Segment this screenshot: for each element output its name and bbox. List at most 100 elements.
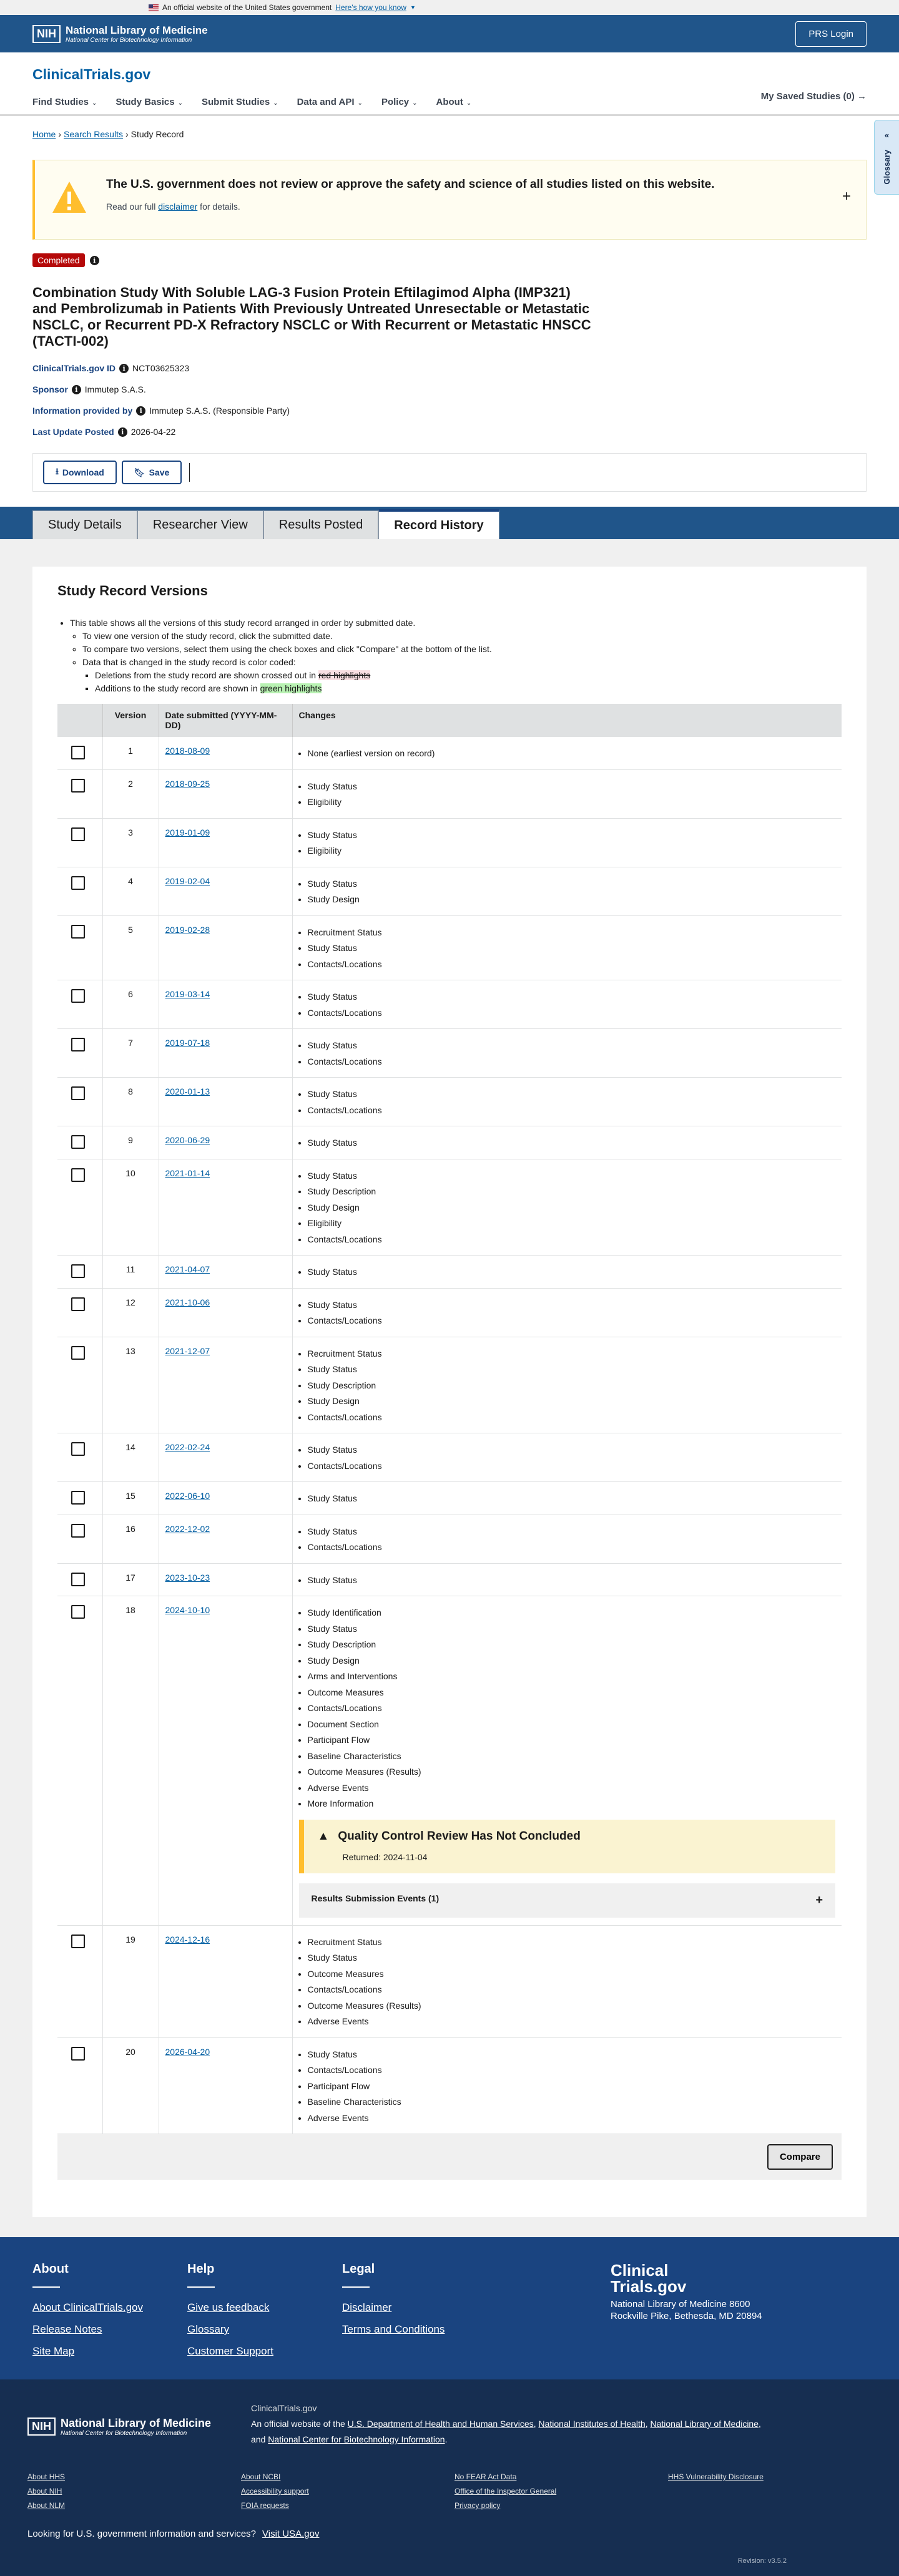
version-date-link[interactable]: 2026-04-20 [165, 2047, 210, 2057]
nlm-footer-link[interactable]: HHS Vulnerability Disclosure [668, 2472, 882, 2481]
nlm-footer-link[interactable]: About NLM [27, 2501, 241, 2510]
nlm-footer-link[interactable]: Office of the Inspector General [454, 2487, 668, 2496]
tab-results-posted[interactable]: Results Posted [263, 510, 379, 539]
tab-record-history[interactable]: Record History [378, 509, 499, 539]
version-checkbox[interactable] [71, 1168, 85, 1182]
nlm-link[interactable]: National Library of Medicine [650, 2419, 759, 2429]
version-date-link[interactable]: 2018-08-09 [165, 746, 210, 756]
tab-researcher-view[interactable]: Researcher View [137, 510, 263, 539]
footer-ct-logo[interactable]: Clinical Trials.gov [611, 2262, 704, 2295]
nlm-footer-link[interactable]: Privacy policy [454, 2501, 668, 2510]
version-row: 17 2023-10-23 Study Status [57, 1563, 842, 1596]
footer-link[interactable]: Release Notes [32, 2323, 187, 2336]
my-saved-studies-link[interactable]: My Saved Studies (0) → [761, 91, 867, 102]
nav-study-basics[interactable]: Study Basics [115, 97, 174, 107]
footer-link[interactable]: Customer Support [187, 2345, 342, 2358]
results-submission-events[interactable]: Results Submission Events (1) + [298, 1883, 835, 1918]
glossary-tab[interactable]: « Glossary [874, 120, 899, 195]
info-icon[interactable]: i [89, 255, 99, 265]
version-date-link[interactable]: 2021-12-07 [165, 1346, 210, 1356]
footer-link[interactable]: Glossary [187, 2323, 342, 2336]
nav-submit-studies[interactable]: Submit Studies [202, 97, 270, 107]
version-checkbox[interactable] [71, 1572, 85, 1586]
nav-policy[interactable]: Policy [381, 97, 409, 107]
version-date-link[interactable]: 2019-07-18 [165, 1038, 210, 1048]
version-checkbox[interactable] [71, 1038, 85, 1051]
info-icon[interactable]: i [71, 384, 81, 394]
version-checkbox[interactable] [71, 989, 85, 1003]
footer-link[interactable]: About ClinicalTrials.gov [32, 2301, 187, 2314]
ncbi-link[interactable]: National Center for Biotechnology Inform… [268, 2434, 445, 2444]
version-date-link[interactable]: 2022-02-24 [165, 1442, 210, 1452]
version-date-link[interactable]: 2023-10-23 [165, 1573, 210, 1583]
change-item: Study Design [308, 1200, 836, 1216]
nlm-footer-link[interactable]: FOIA requests [241, 2501, 454, 2510]
footer-link[interactable]: Give us feedback [187, 2301, 342, 2314]
clinicaltrials-logo[interactable]: ClinicalTrials.gov [32, 66, 867, 83]
footer-link[interactable]: Terms and Conditions [342, 2323, 497, 2336]
version-checkbox[interactable] [71, 1264, 85, 1278]
footer-link[interactable]: Disclaimer [342, 2301, 497, 2314]
nav-data-and-api[interactable]: Data and API [297, 97, 355, 107]
version-date-link[interactable]: 2019-02-28 [165, 925, 210, 935]
nlm-footer-link[interactable]: Accessibility support [241, 2487, 454, 2496]
version-checkbox[interactable] [71, 1491, 85, 1505]
expand-plus-icon[interactable]: + [842, 188, 851, 205]
info-icon[interactable]: i [119, 363, 129, 373]
nlm-footer-link[interactable]: No FEAR Act Data [454, 2472, 668, 2481]
version-row: 10 2021-01-14 Study StatusStudy Descript… [57, 1158, 842, 1256]
nlm-footer-link[interactable]: About NIH [27, 2487, 241, 2496]
version-checkbox[interactable] [71, 2046, 85, 2061]
version-checkbox[interactable] [71, 746, 85, 759]
version-checkbox[interactable] [71, 1135, 85, 1149]
compare-button[interactable]: Compare [767, 2144, 833, 2170]
version-date-link[interactable]: 2022-12-02 [165, 1524, 210, 1534]
info-icon[interactable]: i [117, 427, 127, 437]
version-date-link[interactable]: 2021-04-07 [165, 1264, 210, 1274]
tab-study-details[interactable]: Study Details [32, 510, 137, 539]
disclaimer-link[interactable]: disclaimer [158, 202, 197, 212]
version-date-link[interactable]: 2020-06-29 [165, 1135, 210, 1145]
version-date-link[interactable]: 2024-12-16 [165, 1934, 210, 1944]
chevron-down-icon: ⌄ [412, 100, 418, 107]
version-date-link[interactable]: 2021-10-06 [165, 1297, 210, 1307]
nlm-footer-logo[interactable]: NIH National Library of Medicine Nationa… [27, 2406, 211, 2447]
version-checkbox[interactable] [71, 1345, 85, 1360]
breadcrumb-home[interactable]: Home [32, 129, 56, 139]
version-date-link[interactable]: 2022-06-10 [165, 1491, 210, 1501]
version-checkbox[interactable] [71, 924, 85, 939]
how-you-know-link[interactable]: Here's how you know [335, 3, 406, 12]
changes-list: Study StatusStudy Design [299, 876, 836, 908]
version-checkbox[interactable] [71, 876, 85, 890]
nav-about[interactable]: About [436, 97, 463, 107]
prs-login-button[interactable]: PRS Login [795, 21, 867, 47]
usa-gov-link[interactable]: Visit USA.gov [262, 2529, 319, 2539]
version-checkbox[interactable] [71, 778, 85, 793]
version-date-link[interactable]: 2021-01-14 [165, 1168, 210, 1178]
version-checkbox[interactable] [71, 1605, 85, 1619]
nlm-footer-link[interactable]: About NCBI [241, 2472, 454, 2481]
nih-link[interactable]: National Institutes of Health [538, 2419, 645, 2429]
save-button[interactable]: 🔖︎ Save [121, 461, 182, 484]
footer-link[interactable]: Site Map [32, 2345, 187, 2358]
version-date-link[interactable]: 2018-09-25 [165, 779, 210, 789]
version-checkbox[interactable] [71, 1523, 85, 1538]
change-item: Outcome Measures [308, 1966, 836, 1983]
version-checkbox[interactable] [71, 1297, 85, 1311]
nlm-footer-link[interactable]: About HHS [27, 2472, 241, 2481]
nav-find-studies[interactable]: Find Studies [32, 97, 89, 107]
version-checkbox[interactable] [71, 1442, 85, 1456]
version-checkbox[interactable] [71, 1086, 85, 1100]
version-date-link[interactable]: 2020-01-13 [165, 1086, 210, 1096]
hhs-link[interactable]: U.S. Department of Health and Human Serv… [348, 2419, 534, 2429]
version-date-link[interactable]: 2019-03-14 [165, 989, 210, 999]
version-checkbox[interactable] [71, 827, 85, 841]
version-date-link[interactable]: 2019-02-04 [165, 876, 210, 886]
version-date-link[interactable]: 2024-10-10 [165, 1605, 210, 1615]
download-button[interactable]: ⭳ Download [43, 461, 117, 484]
nlm-logo[interactable]: NIH National Library of Medicine Nationa… [32, 24, 208, 44]
breadcrumb-search-results[interactable]: Search Results [64, 129, 123, 139]
info-icon[interactable]: i [136, 406, 146, 416]
version-date-link[interactable]: 2019-01-09 [165, 827, 210, 837]
version-checkbox[interactable] [71, 1934, 85, 1948]
